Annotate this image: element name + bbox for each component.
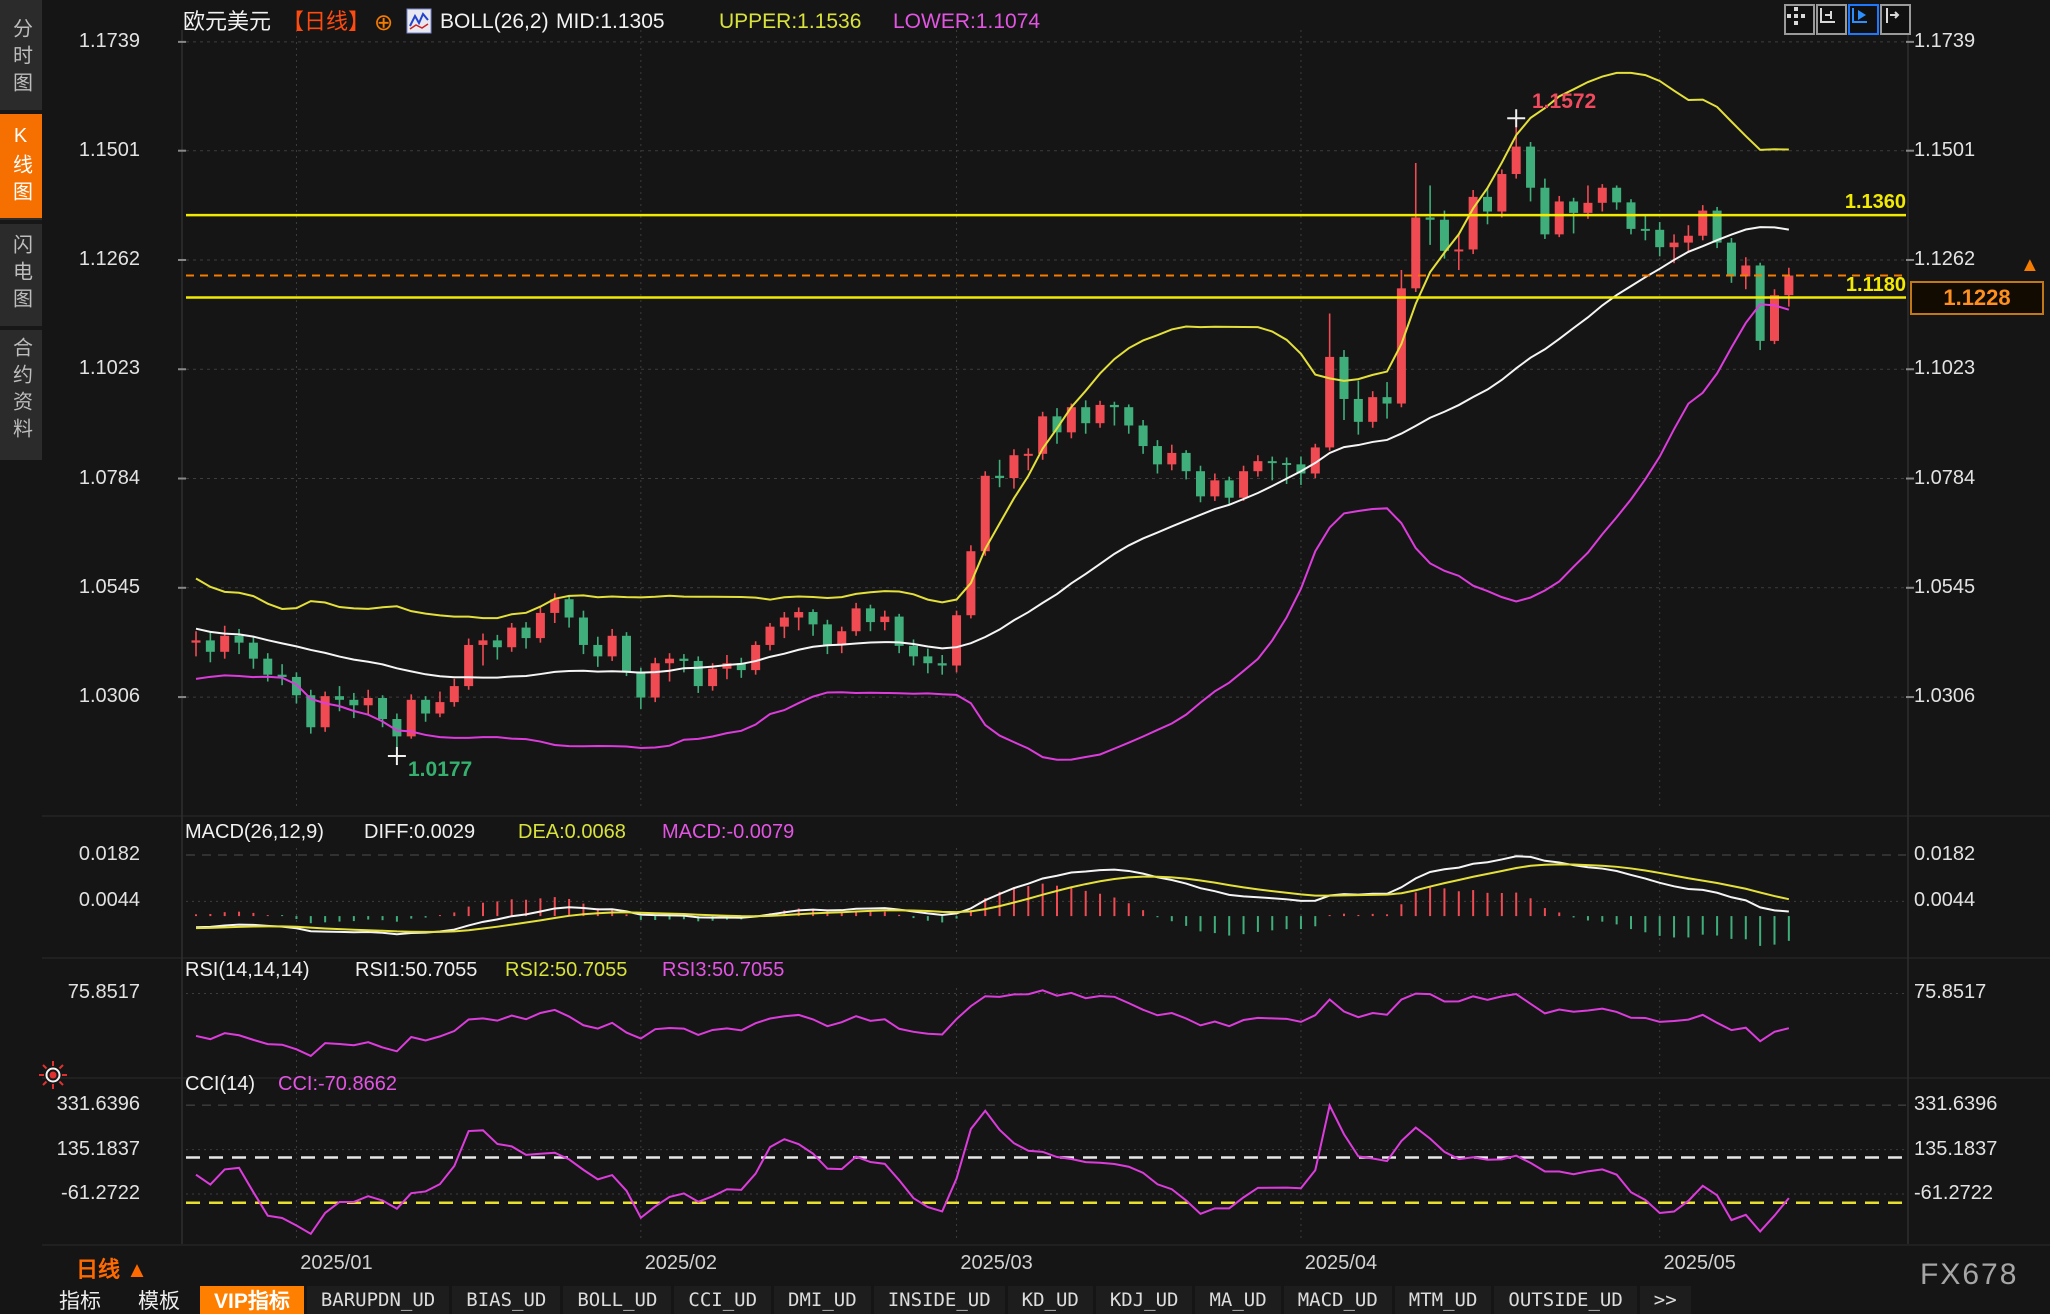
indicator-tab-bollud[interactable]: BOLL_UD (563, 1286, 671, 1314)
low-price-annotation: 1.0177 (408, 758, 472, 782)
last-price-value: 1.1228 (1943, 285, 2010, 311)
indicator-toolbar: 指标模板VIP指标BARUPDN_UDBIAS_UDBOLL_UDCCI_UDD… (42, 1286, 1694, 1314)
boll-upper-value: UPPER:1.1536 (719, 9, 861, 35)
y-axis-label: 0.0182 (1914, 843, 1975, 866)
indicator-tab-insideud[interactable]: INSIDE_UD (874, 1286, 1005, 1314)
indicator-tab-maud[interactable]: MA_UD (1195, 1286, 1280, 1314)
y-axis-label: 1.1501 (1914, 139, 1975, 162)
macd-dea-value: DEA:0.0068 (518, 820, 626, 844)
x-axis-date-label: 2025/04 (1271, 1252, 1411, 1275)
y-axis-label: 75.8517 (36, 981, 140, 1004)
indicator-tab-barupdnud[interactable]: BARUPDN_UD (307, 1286, 449, 1314)
macd-indicator-label: MACD(26,12,9) (185, 820, 324, 844)
axis-play-icon[interactable] (1848, 4, 1879, 35)
x-axis-date-label: 2025/03 (927, 1252, 1067, 1275)
hline-label-1118: 1.1180 (1832, 274, 1906, 297)
y-axis-label: -61.2722 (36, 1182, 140, 1205)
period-label: 日线 (76, 1257, 120, 1282)
rsi2-value: RSI2:50.7055 (505, 958, 627, 982)
boll-indicator-label: BOLL(26,2) (440, 9, 549, 35)
y-axis-label: 1.0784 (36, 467, 140, 490)
indicator-tab-kdjud[interactable]: KDJ_UD (1096, 1286, 1193, 1314)
macd-diff-value: DIFF:0.0029 (364, 820, 475, 844)
y-axis-label: 331.6396 (36, 1093, 140, 1116)
indicator-tab-outsideud[interactable]: OUTSIDE_UD (1494, 1286, 1636, 1314)
period-selector[interactable]: 日线 ▲ (76, 1252, 148, 1284)
indicator-tab-mtmud[interactable]: MTM_UD (1395, 1286, 1492, 1314)
indicator-tab-biasud[interactable]: BIAS_UD (452, 1286, 560, 1314)
y-axis-label: 1.1023 (36, 357, 140, 380)
rsi1-value: RSI1:50.7055 (355, 958, 477, 982)
last-price-badge: 1.1228 (1910, 281, 2044, 315)
crosshair-icon[interactable] (1784, 4, 1815, 35)
hline-label-1136: 1.1360 (1832, 191, 1906, 214)
indicator-tab-[interactable]: 模板 (121, 1286, 197, 1314)
y-axis-label: 1.0545 (36, 576, 140, 599)
boll-lower-value: LOWER:1.1074 (893, 9, 1040, 35)
y-axis-label: 1.0784 (1914, 467, 1975, 490)
y-axis-label: 1.1023 (1914, 357, 1975, 380)
watermark: FX678 (1920, 1258, 2018, 1292)
indicator-tab-[interactable]: 指标 (42, 1286, 118, 1314)
symbol-title: 欧元美元 (183, 9, 271, 35)
price-up-arrow-icon: ▲ (2020, 254, 2040, 277)
y-axis-label: 0.0044 (36, 889, 140, 912)
y-axis-label: 1.0545 (1914, 576, 1975, 599)
indicator-tab-kdud[interactable]: KD_UD (1008, 1286, 1093, 1314)
y-axis-label: 0.0182 (36, 843, 140, 866)
x-axis-date-label: 2025/01 (266, 1252, 406, 1275)
indicator-tab-vip[interactable]: VIP指标 (200, 1286, 304, 1314)
y-axis-label: 1.1501 (36, 139, 140, 162)
macd-hist-value: MACD:-0.0079 (662, 820, 794, 844)
y-axis-label: 331.6396 (1914, 1093, 1997, 1116)
y-axis-label: 135.1837 (36, 1138, 140, 1161)
y-axis-label: 1.1262 (1914, 248, 1975, 271)
y-axis-label: 135.1837 (1914, 1138, 1997, 1161)
y-axis-label: -61.2722 (1914, 1182, 1993, 1205)
y-axis-label: 1.1739 (1914, 30, 1975, 53)
y-axis-label: 1.0306 (36, 685, 140, 708)
x-axis-date-label: 2025/05 (1630, 1252, 1770, 1275)
indicator-tab-macdud[interactable]: MACD_UD (1284, 1286, 1392, 1314)
chart-canvas[interactable] (0, 0, 2050, 1314)
high-price-annotation: 1.1572 (1532, 90, 1596, 114)
cci-value: CCI:-70.8662 (278, 1072, 397, 1096)
indicator-tab-dmiud[interactable]: DMI_UD (774, 1286, 871, 1314)
y-axis-label: 1.0306 (1914, 685, 1975, 708)
x-axis-date-label: 2025/02 (611, 1252, 751, 1275)
circle-plus-icon[interactable]: ⊕ (374, 9, 393, 35)
boll-mid-value: MID:1.1305 (556, 9, 665, 35)
indicator-tab->>[interactable]: >> (1640, 1286, 1691, 1314)
cci-indicator-label: CCI(14) (185, 1072, 255, 1096)
trading-app-window: 分时图 K线图 闪电图 合约资料 欧元美元 【日线】 ⊕ BOLL(26,2) … (0, 0, 2050, 1314)
y-axis-label: 1.1739 (36, 30, 140, 53)
axis-range-icon[interactable] (1816, 4, 1847, 35)
rsi3-value: RSI3:50.7055 (662, 958, 784, 982)
rsi-indicator-label: RSI(14,14,14) (185, 958, 310, 982)
triangle-up-icon: ▲ (126, 1257, 148, 1282)
axis-shift-icon[interactable] (1880, 4, 1911, 35)
y-axis-label: 75.8517 (1914, 981, 1986, 1004)
period-tag[interactable]: 【日线】 (282, 9, 370, 35)
y-axis-label: 1.1262 (36, 248, 140, 271)
indicator-tab-cciud[interactable]: CCI_UD (674, 1286, 771, 1314)
y-axis-label: 0.0044 (1914, 889, 1975, 912)
